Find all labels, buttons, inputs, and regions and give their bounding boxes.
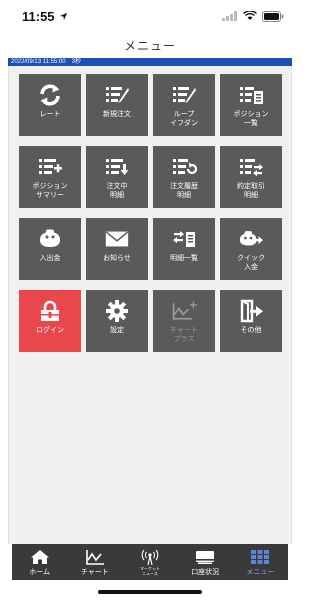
- executed-trades-icon: [238, 156, 264, 178]
- menu-tile-others[interactable]: その他: [220, 290, 282, 352]
- menu-tile-chart-plus[interactable]: チャート プラス: [153, 290, 215, 352]
- menu-tile-label: その他: [240, 326, 262, 334]
- navigation-header: メニュー: [0, 32, 300, 58]
- account-icon: [194, 548, 216, 565]
- menu-tile-label: ポジション 一覧: [233, 110, 269, 127]
- chart-plus-icon: [171, 300, 197, 322]
- refresh-icon: [37, 84, 63, 106]
- menu-tile-label: レート: [39, 110, 61, 118]
- home-icon: [29, 548, 51, 565]
- tab-label: ホーム: [29, 568, 50, 576]
- new-order-icon: [104, 84, 130, 106]
- tab-chart[interactable]: チャート: [67, 544, 122, 580]
- position-summary-icon: [37, 156, 63, 178]
- menu-tile-new-order[interactable]: 新規注文: [86, 74, 148, 136]
- menu-tile-position-list[interactable]: ポジション 一覧: [220, 74, 282, 136]
- menu-tile-order-history[interactable]: 注文履歴 明細: [153, 146, 215, 208]
- tab-label: チャート: [80, 568, 109, 576]
- page-title: メニュー: [123, 38, 176, 53]
- order-history-icon: [171, 156, 197, 178]
- update-time-text: 2022/09/13 11:55:00 3秒: [11, 59, 81, 65]
- tab-menu[interactable]: メニュー: [233, 544, 288, 580]
- menu-tile-label: 入出金: [39, 254, 61, 262]
- grid-menu-icon: [249, 548, 271, 565]
- menu-content: レート 新規注文 ループ イフダン ポジション 一覧 ポジション サマリー 注文…: [8, 66, 292, 544]
- gear-icon: [104, 300, 130, 322]
- pending-orders-icon: [104, 156, 130, 178]
- signal-icon: [222, 11, 237, 21]
- menu-tile-label: 注文中 明細: [106, 182, 128, 199]
- position-list-icon: [238, 84, 264, 106]
- menu-tile-label: ログイン: [36, 326, 64, 334]
- menu-tile-login[interactable]: ログイン: [19, 290, 81, 352]
- lock-icon: [37, 300, 63, 322]
- tab-label: マーケット ニュース: [139, 566, 160, 576]
- menu-tile-label: 注文履歴 明細: [170, 182, 198, 199]
- menu-tile-label: ポジション サマリー: [32, 182, 68, 199]
- menu-tile-label: 新規注文: [103, 110, 131, 118]
- wallet-icon: [37, 228, 63, 250]
- tab-account-status[interactable]: 口座状況: [178, 544, 233, 580]
- tab-label: メニュー: [246, 568, 275, 576]
- bottom-tab-bar: ホーム チャート マーケット ニュース 口座状況 メニュー: [12, 544, 288, 580]
- status-bar: 11:55: [0, 0, 300, 32]
- status-time: 11:55: [22, 8, 55, 24]
- menu-tile-label: 明細一覧: [170, 254, 198, 262]
- menu-tile-label: クイック 入金: [237, 254, 265, 271]
- quick-deposit-icon: [238, 228, 264, 250]
- statements-icon: [171, 228, 197, 250]
- home-indicator: [98, 590, 202, 594]
- chart-icon: [84, 548, 106, 565]
- menu-tile-notices[interactable]: お知らせ: [86, 218, 148, 280]
- tab-label: 口座状況: [191, 568, 220, 576]
- battery-icon: [262, 10, 284, 22]
- location-arrow-icon: [59, 12, 67, 20]
- envelope-icon: [104, 228, 130, 250]
- wifi-icon: [243, 11, 257, 20]
- loop-ifdone-icon: [171, 84, 197, 106]
- menu-tile-deposit-withdraw[interactable]: 入出金: [19, 218, 81, 280]
- menu-tile-label: お知らせ: [103, 254, 131, 262]
- menu-tile-loop-ifdone[interactable]: ループ イフダン: [153, 74, 215, 136]
- update-time-bar: 2022/09/13 11:55:00 3秒: [8, 58, 292, 66]
- menu-tile-statement-list[interactable]: 明細一覧: [153, 218, 215, 280]
- menu-tile-label: ループ イフダン: [170, 110, 198, 127]
- menu-tile-label: 設定: [110, 326, 124, 334]
- antenna-icon: [139, 548, 161, 565]
- tab-home[interactable]: ホーム: [12, 544, 67, 580]
- menu-tile-rate[interactable]: レート: [19, 74, 81, 136]
- menu-grid: レート 新規注文 ループ イフダン ポジション 一覧 ポジション サマリー 注文…: [19, 74, 282, 352]
- menu-tile-quick-deposit[interactable]: クイック 入金: [220, 218, 282, 280]
- menu-tile-label: チャート プラス: [170, 326, 198, 343]
- menu-tile-settings[interactable]: 設定: [86, 290, 148, 352]
- menu-tile-executed-trades[interactable]: 約定取引 明細: [220, 146, 282, 208]
- tab-market-news[interactable]: マーケット ニュース: [122, 544, 177, 580]
- menu-tile-pending-orders[interactable]: 注文中 明細: [86, 146, 148, 208]
- exit-icon: [238, 299, 264, 323]
- menu-tile-label: 約定取引 明細: [237, 182, 265, 199]
- menu-tile-position-summary[interactable]: ポジション サマリー: [19, 146, 81, 208]
